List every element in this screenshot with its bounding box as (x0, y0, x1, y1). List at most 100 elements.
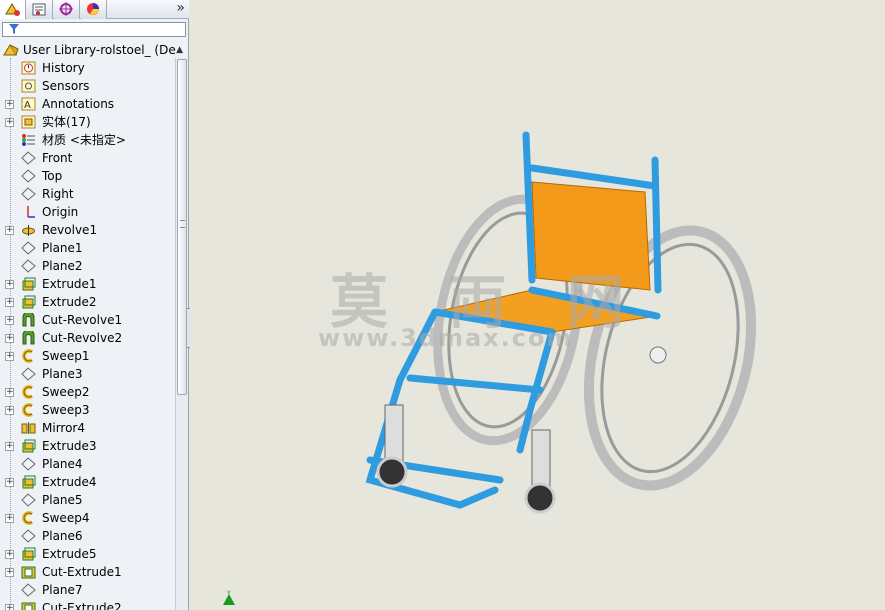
tree-item-label: Extrude2 (42, 295, 97, 309)
tree-item-plane2[interactable]: Plane2 (0, 257, 175, 275)
tree-scrollbar-thumb[interactable] (177, 59, 187, 395)
tree-item-17[interactable]: + 实体(17) (0, 113, 175, 131)
tree-item-history[interactable]: History (0, 59, 175, 77)
tree-item-plane3[interactable]: Plane3 (0, 365, 175, 383)
plane-icon (21, 367, 36, 381)
plane-icon (21, 241, 36, 255)
tree-item-label: Plane2 (42, 259, 83, 273)
tree-item-extrude2[interactable]: + Extrude2 (0, 293, 175, 311)
tree-item-cut-revolve1[interactable]: + Cut-Revolve1 (0, 311, 175, 329)
expand-toggle-icon[interactable]: + (5, 316, 14, 325)
filter-bar[interactable] (2, 22, 186, 37)
tree-item-label: Extrude4 (42, 475, 97, 489)
tree-item-sweep4[interactable]: + Sweep4 (0, 509, 175, 527)
tree-item-label: Top (42, 169, 63, 183)
tab-display-manager[interactable] (81, 0, 107, 19)
feature-tree: History Sensors + A Annotations + 实体(17) 材质 <未指… (0, 40, 175, 610)
plane-icon (21, 529, 36, 543)
tree-item-top[interactable]: Top (0, 167, 175, 185)
origin-icon (21, 205, 36, 219)
expand-toggle-icon[interactable]: + (5, 568, 14, 577)
sweep-icon (21, 385, 36, 399)
tree-item-label: Cut-Revolve1 (42, 313, 123, 327)
tree-item-label: Annotations (42, 97, 115, 111)
tree-item-cut-extrude2[interactable]: + Cut-Extrude2 (0, 599, 175, 610)
expand-toggle-icon[interactable]: + (5, 388, 14, 397)
tree-item-plane4[interactable]: Plane4 (0, 455, 175, 473)
tree-item-label: Sweep4 (42, 511, 90, 525)
tree-item-label: Sweep3 (42, 403, 90, 417)
tree-item-right[interactable]: Right (0, 185, 175, 203)
tree-item-extrude3[interactable]: + Extrude3 (0, 437, 175, 455)
tree-item-[interactable]: 材质 <未指定> (0, 131, 175, 149)
history-icon (21, 61, 36, 75)
tree-item-extrude1[interactable]: + Extrude1 (0, 275, 175, 293)
tree-item-plane7[interactable]: Plane7 (0, 581, 175, 599)
tree-item-origin[interactable]: Origin (0, 203, 175, 221)
plane-icon (21, 169, 36, 183)
tree-item-extrude5[interactable]: + Extrude5 (0, 545, 175, 563)
expand-toggle-icon[interactable]: + (5, 226, 14, 235)
tree-item-plane1[interactable]: Plane1 (0, 239, 175, 257)
tree-item-cut-revolve2[interactable]: + Cut-Revolve2 (0, 329, 175, 347)
svg-text:A: A (24, 100, 31, 111)
expand-toggle-icon[interactable]: + (5, 352, 14, 361)
cut-revolve-icon (21, 311, 36, 327)
axle-hub (649, 346, 667, 364)
tab-feature-manager[interactable] (0, 0, 26, 19)
tree-item-front[interactable]: Front (0, 149, 175, 167)
tree-item-plane6[interactable]: Plane6 (0, 527, 175, 545)
watermark-en: www.3dmax.com (318, 324, 574, 352)
tree-item-label: Sensors (42, 79, 90, 93)
annotations-icon: A (21, 97, 36, 111)
expand-toggle-icon[interactable]: + (5, 406, 14, 415)
tree-item-sweep2[interactable]: + Sweep2 (0, 383, 175, 401)
tree-item-sweep1[interactable]: + Sweep1 (0, 347, 175, 365)
plane-icon (21, 151, 36, 165)
cut-extrude-icon (21, 601, 36, 610)
tree-item-mirror4[interactable]: Mirror4 (0, 419, 175, 437)
tree-item-label: Plane1 (42, 241, 83, 255)
expand-toggle-icon[interactable]: + (5, 442, 14, 451)
expand-toggle-icon[interactable]: + (5, 118, 14, 127)
tree-item-label: Origin (42, 205, 79, 219)
tree-item-label: History (42, 61, 85, 75)
tab-property-manager[interactable] (27, 0, 53, 19)
scroll-up-arrow-icon[interactable]: ▲ (176, 41, 183, 59)
expand-toggle-icon[interactable]: + (5, 550, 14, 559)
extrude-icon (21, 547, 36, 561)
tree-item-annotations[interactable]: + A Annotations (0, 95, 175, 113)
sensors-icon (21, 79, 36, 93)
expand-toggle-icon[interactable]: + (5, 514, 14, 523)
tree-item-label: Plane5 (42, 493, 83, 507)
tree-item-label: Revolve1 (42, 223, 98, 237)
plane-icon (21, 493, 36, 507)
expand-toggle-icon[interactable]: + (5, 280, 14, 289)
tree-item-label: Cut-Extrude1 (42, 565, 122, 579)
tree-item-label: Plane3 (42, 367, 83, 381)
manager-tabbar: » (0, 0, 189, 19)
display-manager-icon (87, 3, 99, 15)
tree-item-label: 实体(17) (42, 115, 91, 129)
plane-icon (21, 457, 36, 471)
tree-item-sweep3[interactable]: + Sweep3 (0, 401, 175, 419)
expand-toggle-icon[interactable]: + (5, 298, 14, 307)
tree-item-label: Extrude3 (42, 439, 97, 453)
expand-toggle-icon[interactable]: + (5, 604, 14, 610)
tree-item-label: Right (42, 187, 74, 201)
expand-toggle-icon[interactable]: + (5, 100, 14, 109)
tree-item-sensors[interactable]: Sensors (0, 77, 175, 95)
tree-item-plane5[interactable]: Plane5 (0, 491, 175, 509)
more-tabs-chevron-icon[interactable]: » (176, 0, 185, 17)
expand-toggle-icon[interactable]: + (5, 334, 14, 343)
tree-item-revolve1[interactable]: + Revolve1 (0, 221, 175, 239)
tree-item-label: Extrude1 (42, 277, 97, 291)
solid-bodies-icon (21, 115, 36, 129)
sweep-icon (21, 403, 36, 417)
tree-item-extrude4[interactable]: + Extrude4 (0, 473, 175, 491)
tree-item-label: Front (42, 151, 73, 165)
cut-revolve-icon (21, 329, 36, 345)
tree-item-cut-extrude1[interactable]: + Cut-Extrude1 (0, 563, 175, 581)
tab-configuration-manager[interactable] (54, 0, 80, 19)
expand-toggle-icon[interactable]: + (5, 478, 14, 487)
